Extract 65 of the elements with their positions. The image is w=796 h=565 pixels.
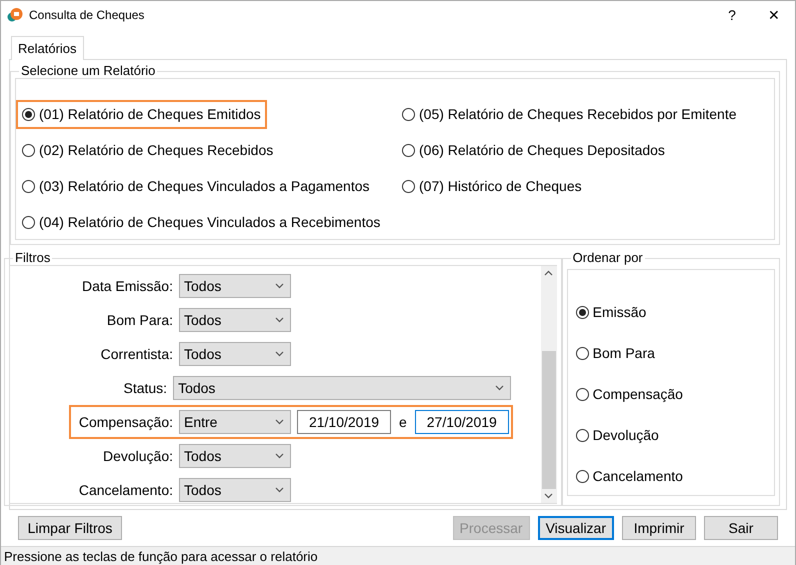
- radio-label[interactable]: Devolução: [592, 425, 659, 446]
- radio-label[interactable]: Compensação: [592, 384, 683, 405]
- radio-label[interactable]: Emissão: [592, 302, 646, 323]
- radio-button[interactable]: [402, 108, 415, 120]
- chevron-down-icon: [275, 453, 284, 459]
- window-title: Consulta de Cheques: [29, 7, 144, 24]
- chevron-down-icon: [544, 493, 554, 499]
- app-logo-icon: [7, 7, 23, 23]
- chevron-down-icon: [275, 351, 284, 357]
- chevron-down-icon: [275, 317, 284, 323]
- group-title: Ordenar por: [572, 251, 644, 265]
- field-label: Status:: [122, 378, 168, 398]
- field-label: Devolução:: [102, 446, 174, 466]
- radio-button[interactable]: [22, 216, 35, 228]
- field-label: Bom Para:: [106, 310, 174, 330]
- radio-button[interactable]: [22, 108, 35, 120]
- dropdown[interactable]: Todos: [179, 308, 291, 332]
- clear-filters-button[interactable]: Limpar Filtros: [18, 516, 122, 540]
- scrollbar[interactable]: [540, 266, 557, 503]
- connector-text: e: [399, 412, 407, 432]
- radio-button[interactable]: [22, 180, 35, 192]
- radio-label[interactable]: (02) Relatório de Cheques Recebidos: [39, 140, 274, 160]
- dropdown[interactable]: Todos: [173, 376, 511, 400]
- radio-button[interactable]: [576, 470, 589, 483]
- chevron-down-icon: [275, 419, 284, 425]
- action-button[interactable]: Visualizar: [538, 516, 614, 540]
- chevron-up-icon: [544, 270, 554, 276]
- radio-label[interactable]: (01) Relatório de Cheques Emitidos: [39, 104, 261, 124]
- radio-label[interactable]: (04) Relatório de Cheques Vinculados a Recebimentos: [39, 212, 380, 232]
- radio-button[interactable]: [402, 180, 415, 192]
- radio-label[interactable]: Cancelamento: [592, 466, 683, 487]
- chevron-down-icon: [275, 283, 284, 289]
- help-button[interactable]: ?: [711, 1, 753, 29]
- date-field[interactable]: 21/10/2019: [297, 410, 391, 434]
- radio-button[interactable]: [402, 144, 415, 156]
- radio-button[interactable]: [576, 347, 589, 360]
- radio-label[interactable]: Bom Para: [592, 343, 655, 364]
- field-label: Cancelamento:: [78, 480, 174, 500]
- dropdown[interactable]: Todos: [179, 342, 291, 366]
- radio-button[interactable]: [22, 144, 35, 156]
- field-label: Compensação:: [78, 412, 174, 432]
- dropdown[interactable]: Entre: [179, 410, 291, 434]
- radio-label[interactable]: (07) Histórico de Cheques: [419, 176, 582, 196]
- field-label: Data Emissão:: [80, 276, 174, 296]
- action-button[interactable]: Sair: [704, 516, 778, 540]
- dropdown[interactable]: Todos: [179, 478, 291, 502]
- close-button[interactable]: ✕: [753, 1, 795, 29]
- scrollbar-thumb[interactable]: [542, 351, 556, 489]
- chevron-down-icon: [495, 385, 504, 391]
- radio-label[interactable]: (06) Relatório de Cheques Depositados: [419, 140, 665, 160]
- chevron-down-icon: [275, 487, 284, 493]
- radio-button[interactable]: [576, 429, 589, 442]
- radio-label[interactable]: (03) Relatório de Cheques Vinculados a Pagamentos: [39, 176, 370, 196]
- group-title: Selecione um Relatório: [20, 64, 156, 78]
- action-button[interactable]: Imprimir: [622, 516, 696, 540]
- radio-label[interactable]: (05) Relatório de Cheques Recebidos por Emitente: [419, 104, 737, 124]
- dropdown[interactable]: Todos: [179, 274, 291, 298]
- date-field[interactable]: 27/10/2019: [414, 410, 509, 434]
- radio-button[interactable]: [576, 388, 589, 401]
- radio-button[interactable]: [576, 306, 589, 319]
- field-label: Correntista:: [100, 344, 174, 364]
- group-title: Filtros: [14, 251, 52, 265]
- dropdown[interactable]: Todos: [179, 444, 291, 468]
- tab[interactable]: Relatórios: [11, 36, 84, 60]
- status-bar: Pressione as teclas de função para acessar o relatório: [1, 546, 795, 565]
